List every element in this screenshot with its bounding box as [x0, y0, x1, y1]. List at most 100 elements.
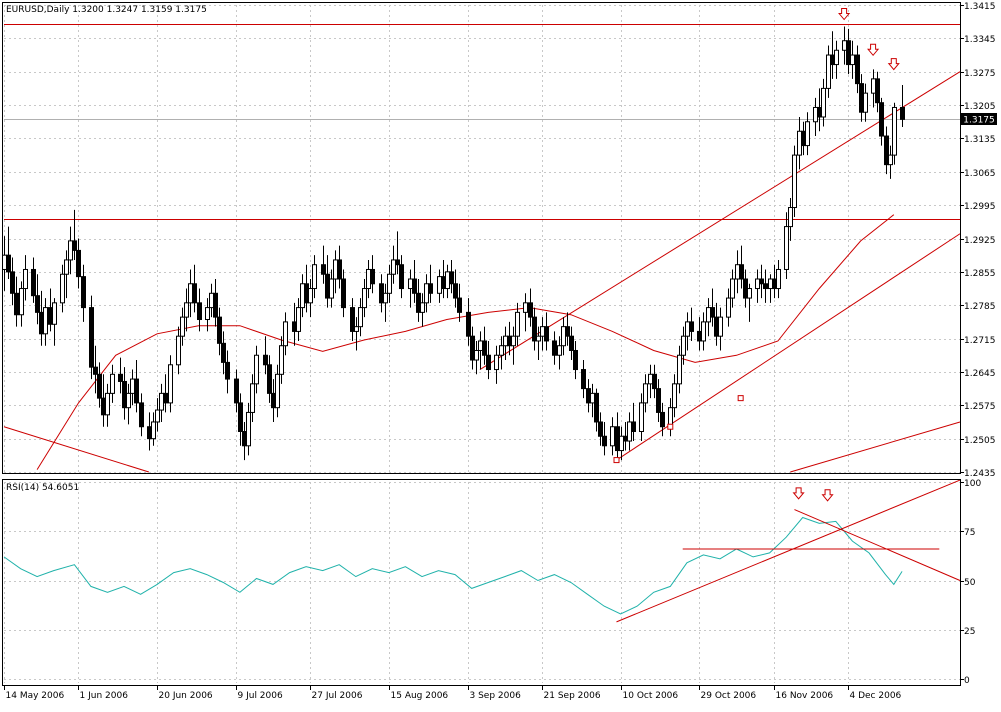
candle-body [884, 135, 889, 166]
candle-body [72, 240, 77, 251]
candle-body [639, 402, 644, 432]
candle-body [494, 354, 499, 371]
candle-body [14, 292, 19, 316]
candle-body [892, 106, 897, 156]
candle-body [776, 268, 781, 290]
candle-body [826, 54, 831, 89]
candle-body [544, 326, 549, 342]
candle-body [685, 321, 690, 337]
candle-body [64, 259, 69, 275]
candle-body [863, 92, 868, 113]
candle-body [126, 392, 131, 409]
time-tick-label: 3 Sep 2006 [470, 691, 522, 701]
candle-body [706, 307, 711, 323]
candle-body [68, 240, 73, 261]
candle-body [581, 369, 586, 390]
candle-body [441, 276, 446, 290]
candle-body [168, 364, 173, 404]
candle-body [19, 288, 24, 316]
candle-body [735, 264, 740, 280]
candle-body [296, 307, 301, 332]
candle-body [225, 361, 230, 380]
candle-body [395, 259, 400, 266]
candle-body [437, 276, 442, 294]
candle-body [337, 259, 342, 280]
rsi-tick-label: 75 [964, 528, 975, 538]
candle-body [275, 373, 280, 409]
candle-body [681, 335, 686, 356]
candle-body [217, 316, 222, 344]
candle-body [52, 302, 57, 325]
time-tick-label: 16 Nov 2006 [776, 691, 834, 701]
price-tick-label: 1.2435 [964, 469, 996, 479]
candle-body [470, 335, 475, 361]
candle-body [788, 207, 793, 228]
candle-body [176, 335, 181, 366]
candle-body [379, 283, 384, 304]
candle-body [879, 102, 884, 137]
candle-body [586, 388, 591, 404]
trendline-marker [737, 395, 744, 402]
candle-body [565, 326, 570, 337]
candle-body [188, 283, 193, 304]
candle-body [2, 254, 7, 270]
candle-body [842, 40, 847, 51]
candle-body [6, 254, 11, 273]
candle-body [101, 397, 106, 416]
candle-body [511, 335, 516, 347]
candle-body [358, 307, 363, 328]
candle-body [677, 354, 682, 385]
current-price-label: 1.3175 [963, 116, 995, 126]
candle-body [834, 49, 839, 66]
candle-body [416, 292, 421, 313]
candle-body [408, 278, 413, 290]
candle-body [569, 335, 574, 351]
time-tick-label: 4 Dec 2006 [850, 691, 902, 701]
candle-body [412, 278, 417, 294]
candle-body [474, 349, 479, 361]
price-tick-label: 1.3275 [964, 69, 996, 79]
candle-body [726, 297, 731, 318]
candle-body [97, 373, 102, 399]
time-tick-label: 27 Jul 2006 [312, 691, 363, 701]
candle-body [817, 106, 822, 118]
price-tick-label: 1.3065 [964, 169, 996, 179]
candle-body [267, 364, 272, 394]
price-tick-label: 1.2995 [964, 202, 996, 212]
trendline-marker [613, 457, 620, 464]
candle-body [362, 288, 367, 309]
candle-body [747, 288, 752, 299]
candle-body [610, 426, 615, 447]
candle-body [279, 345, 284, 375]
time-tick-label: 15 Aug 2006 [391, 691, 449, 701]
time-tick-label: 21 Sep 2006 [544, 691, 601, 701]
price-tick-label: 1.2645 [964, 369, 996, 379]
candle-body [710, 307, 715, 318]
time-tick-label: 20 Jun 2006 [159, 691, 213, 701]
rsi-header: RSI(14) 54.6051 [6, 483, 79, 493]
candle-body [341, 278, 346, 309]
candle-body [523, 302, 528, 313]
candle-body [43, 307, 48, 335]
candle-body [122, 380, 127, 409]
candle-body [871, 78, 876, 94]
candle-body [387, 273, 392, 294]
candle-body [772, 278, 777, 290]
candle-body [503, 335, 508, 347]
candle-body [830, 54, 835, 66]
candle-body [660, 411, 665, 428]
candle-body [159, 392, 164, 411]
candle-body [139, 402, 144, 428]
candle-body [354, 326, 359, 332]
candle-body [234, 378, 239, 404]
candle-body [134, 378, 139, 404]
candle-body [246, 411, 251, 447]
candle-body [321, 264, 326, 275]
candle-body [449, 271, 454, 285]
time-tick-label: 1 Jun 2006 [80, 691, 129, 701]
candle-body [130, 378, 135, 394]
candle-body [300, 283, 305, 309]
candle-body [615, 426, 620, 452]
price-tick-label: 1.3345 [964, 35, 996, 45]
candle-body [631, 421, 636, 432]
